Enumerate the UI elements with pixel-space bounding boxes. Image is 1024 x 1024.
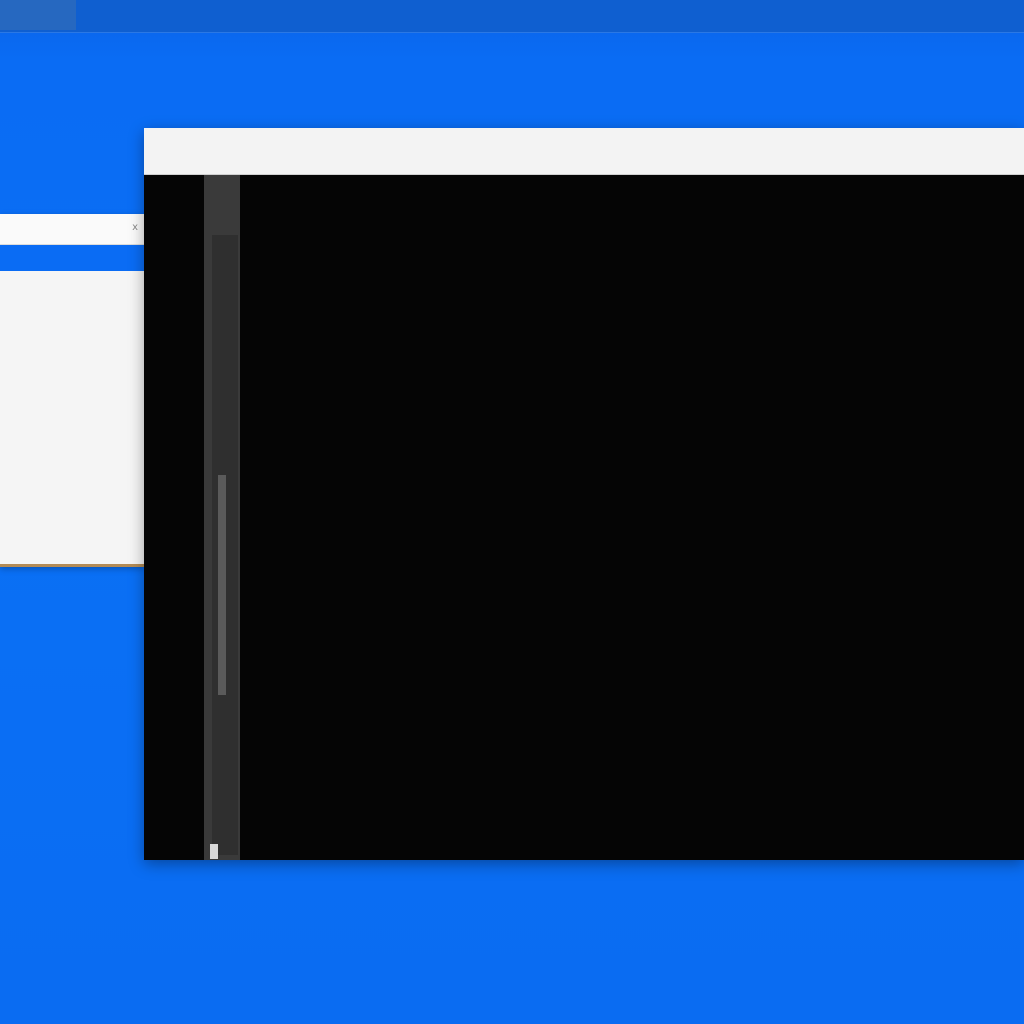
background-window-body [0, 271, 144, 307]
background-window-header-band [0, 245, 144, 271]
terminal-line [208, 843, 1008, 860]
background-window[interactable]: x [0, 214, 144, 567]
terminal-titlebar[interactable] [144, 128, 1024, 175]
terminal-cursor [210, 844, 218, 859]
terminal-lines [208, 177, 1008, 860]
desktop: x [0, 0, 1024, 1024]
terminal-window[interactable] [144, 128, 1024, 860]
top-bar [0, 0, 1024, 33]
background-window-title: x [132, 222, 138, 233]
terminal-output[interactable] [144, 175, 1024, 860]
background-window-titlebar[interactable]: x [0, 214, 144, 245]
top-corner-block [0, 0, 76, 30]
